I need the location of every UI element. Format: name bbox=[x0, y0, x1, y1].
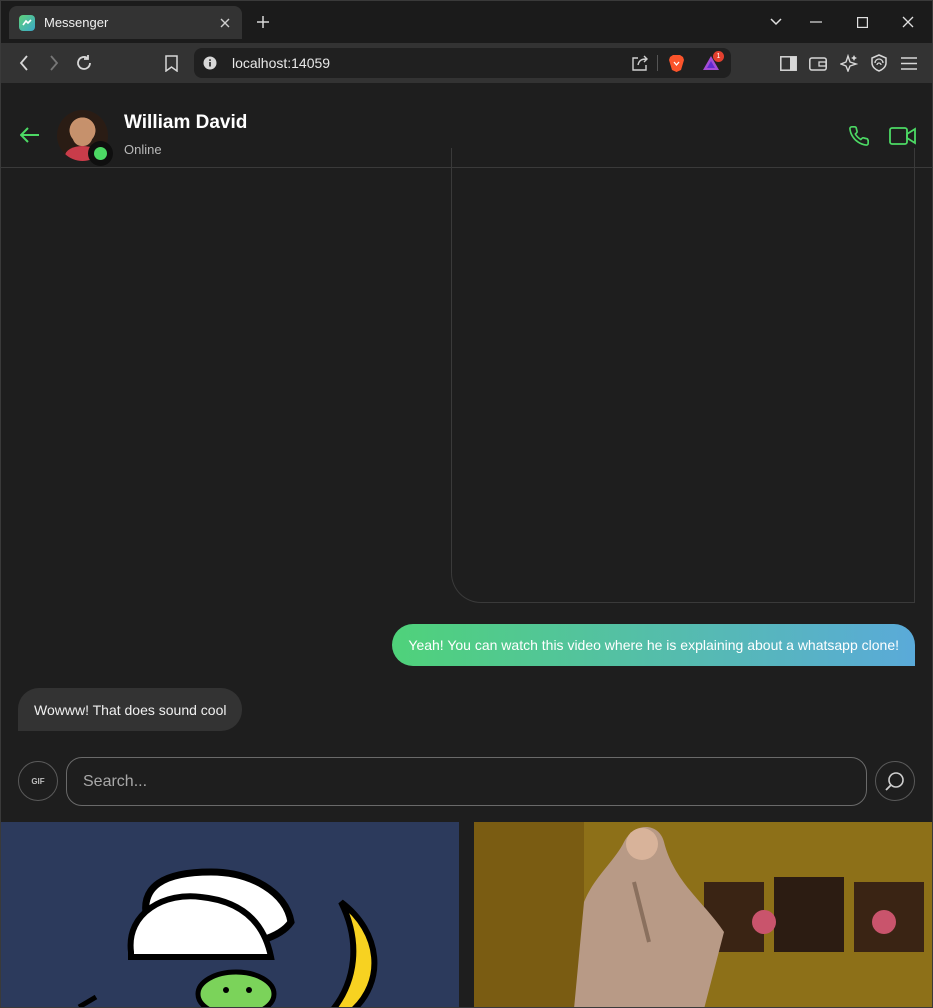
sidebar-toggle-icon[interactable] bbox=[777, 52, 799, 74]
maximize-icon[interactable] bbox=[851, 11, 873, 33]
url-text: localhost:14059 bbox=[232, 55, 331, 71]
browser-toolbar: localhost:14059 1 bbox=[1, 43, 932, 83]
gif-search-input[interactable] bbox=[67, 758, 866, 805]
gif-result-cartoon[interactable] bbox=[1, 822, 459, 1007]
outgoing-message: Yeah! You can watch this video where he … bbox=[392, 624, 915, 666]
contact-status: Online bbox=[124, 142, 162, 157]
phone-call-icon[interactable] bbox=[846, 123, 872, 149]
bookmark-icon[interactable] bbox=[160, 52, 182, 74]
search-button[interactable] bbox=[875, 761, 915, 801]
gif-result-dancer[interactable] bbox=[474, 822, 932, 1007]
online-indicator bbox=[88, 141, 113, 166]
gif-search-field[interactable] bbox=[66, 757, 867, 806]
back-icon[interactable] bbox=[13, 52, 35, 74]
share-icon[interactable] bbox=[631, 54, 649, 76]
minimize-icon[interactable] bbox=[805, 11, 827, 33]
gif-button[interactable]: GIF bbox=[18, 761, 58, 801]
tab-search-chevron-icon[interactable] bbox=[765, 11, 787, 33]
back-arrow-icon[interactable] bbox=[18, 123, 42, 147]
rewards-badge: 1 bbox=[713, 51, 724, 62]
shared-video-frame[interactable] bbox=[451, 148, 915, 603]
forward-icon[interactable] bbox=[43, 52, 65, 74]
browser-window: Messenger localhost:14059 1 William Davi… bbox=[0, 0, 933, 1008]
contact-name: William David bbox=[124, 112, 248, 133]
new-tab-button[interactable] bbox=[253, 12, 273, 32]
menu-icon[interactable] bbox=[898, 52, 920, 74]
leo-ai-icon[interactable] bbox=[838, 52, 860, 74]
tab-title: Messenger bbox=[44, 15, 109, 30]
reload-icon[interactable] bbox=[73, 52, 95, 74]
close-window-icon[interactable] bbox=[897, 11, 919, 33]
video-call-icon[interactable] bbox=[887, 123, 917, 149]
search-icon bbox=[885, 772, 904, 791]
tab-bar: Messenger bbox=[1, 1, 932, 43]
wallet-icon[interactable] bbox=[807, 52, 829, 74]
site-info-icon[interactable] bbox=[203, 56, 217, 75]
tab-messenger[interactable]: Messenger bbox=[9, 6, 242, 39]
address-bar[interactable]: localhost:14059 1 bbox=[194, 48, 731, 78]
omnibox-divider bbox=[657, 55, 658, 71]
vpn-icon[interactable] bbox=[868, 52, 890, 74]
close-tab-icon[interactable] bbox=[216, 14, 234, 32]
incoming-message: Wowww! That does sound cool bbox=[18, 688, 243, 731]
message-list: Yeah! You can watch this video where he … bbox=[1, 148, 932, 748]
brave-shields-icon[interactable] bbox=[668, 54, 685, 78]
messenger-favicon-icon bbox=[19, 14, 35, 31]
